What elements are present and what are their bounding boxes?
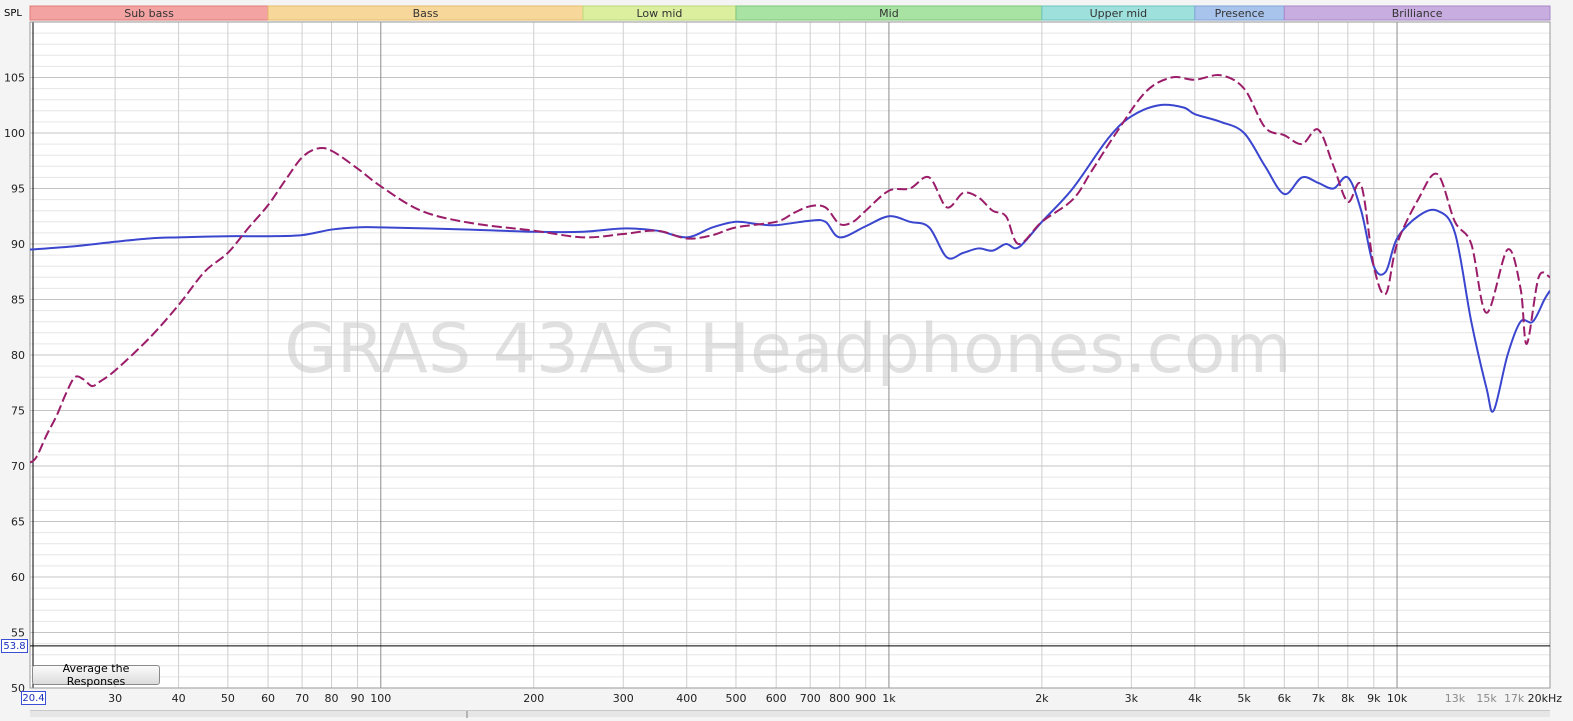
x-tick-label: 90 [351,692,365,705]
x-tick-label: 800 [829,692,850,705]
y-marker-value[interactable]: 53.8 [1,639,28,653]
y-tick-label: 105 [4,72,25,85]
x-tick-label: 600 [766,692,787,705]
x-tick-label: 5k [1237,692,1251,705]
y-tick-label: 100 [4,127,25,140]
band-label: Mid [879,7,899,20]
y-tick-label: 75 [11,405,25,418]
x-tick-label: 70 [295,692,309,705]
x-tick-label: 300 [613,692,634,705]
average-responses-button[interactable]: Average the Responses [32,662,160,688]
x-tick-label: 10k [1387,692,1408,705]
x-tick-label: 8k [1341,692,1355,705]
x-tick-label: 13k [1445,692,1466,705]
band-label: Low mid [637,7,683,20]
watermark: GRAS 43AG Headphones.com [284,310,1292,389]
x-tick-label: 9k [1367,692,1381,705]
y-tick-label: 80 [11,349,25,362]
x-marker-value[interactable]: 20.4 [21,691,46,705]
band-label: Presence [1215,7,1265,20]
x-tick-label: 50 [221,692,235,705]
horizontal-scrollbar[interactable] [30,710,1550,718]
frequency-response-window: Sub bass Bass Low mid Mid Upper mid Presence B… [0,0,1573,718]
x-tick-label: 2k [1035,692,1049,705]
band-label: Sub bass [124,7,174,20]
x-tick-label: 40 [172,692,186,705]
x-tick-label: 30 [108,692,122,705]
x-tick-label: 900 [855,692,876,705]
x-tick-label: 7k [1312,692,1326,705]
y-tick-label: 65 [11,516,25,529]
y-tick-label: 60 [11,571,25,584]
x-tick-label: 60 [261,692,275,705]
band-label: Brilliance [1392,7,1443,20]
x-axis: 30 40 50 60 70 80 90 100 200 300 400 500 600 700 800 90… [108,692,1562,705]
y-tick-label: 55 [11,627,25,640]
y-tick-label: 85 [11,294,25,307]
x-tick-label: 6k [1278,692,1292,705]
y-tick-label: 70 [11,460,25,473]
x-tick-label: 80 [325,692,339,705]
y-axis-title: SPL [4,8,22,19]
band-label: Upper mid [1090,7,1148,20]
band-label: Bass [413,7,439,20]
x-tick-label: 400 [676,692,697,705]
x-tick-label: 200 [523,692,544,705]
x-tick-label: 700 [800,692,821,705]
x-tick-label: 17k [1504,692,1525,705]
frequency-response-chart: Sub bass Bass Low mid Mid Upper mid Presence B… [0,0,1573,717]
x-tick-label: 15k [1476,692,1497,705]
frequency-bands[interactable]: Sub bass Bass Low mid Mid Upper mid Presence B… [29,5,1551,21]
x-tick-label: 3k [1125,692,1139,705]
y-tick-label: 95 [11,183,25,196]
x-tick-label: 4k [1188,692,1202,705]
x-tick-label: 500 [725,692,746,705]
x-tick-label: 100 [370,692,391,705]
x-tick-label: 1k [882,692,896,705]
x-tick-label: 20kHz [1528,692,1563,705]
y-tick-label: 90 [11,238,25,251]
